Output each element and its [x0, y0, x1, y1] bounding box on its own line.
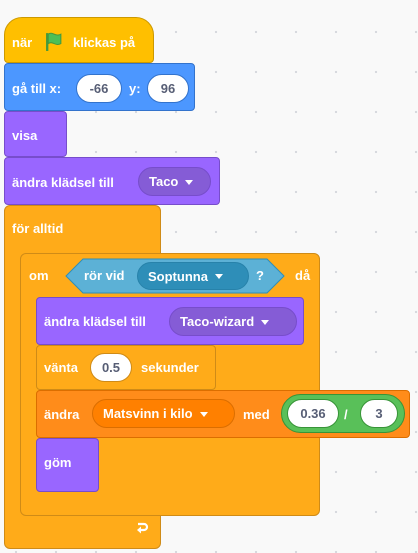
go-to-label: gå till x: — [12, 81, 62, 96]
change-label: ändra — [44, 407, 80, 422]
switch-costume-label-2: ändra klädsel till — [44, 314, 146, 329]
divide-symbol: / — [344, 407, 348, 422]
wait-unit-label: sekunder — [141, 360, 199, 375]
touching-target-value: Soptunna — [148, 268, 208, 284]
numerator-input[interactable]: 0.36 — [287, 399, 339, 428]
touching-question-mark: ? — [256, 268, 264, 283]
wait-seconds-input[interactable]: 0.5 — [90, 353, 132, 382]
hat-pre-label: när — [12, 35, 33, 50]
wait-label: vänta — [44, 360, 78, 375]
y-label: y: — [129, 81, 141, 96]
x-input[interactable]: -66 — [76, 74, 122, 103]
switch-costume-label: ändra klädsel till — [12, 175, 114, 190]
costume-value-2: Taco-wizard — [180, 314, 255, 329]
variable-dropdown[interactable]: Matsvinn i kilo — [92, 399, 235, 428]
if-label: om — [29, 268, 49, 283]
variable-value: Matsvinn i kilo — [103, 406, 193, 421]
green-flag-icon — [46, 32, 62, 51]
chevron-down-icon — [185, 179, 194, 185]
costume-dropdown-2[interactable]: Taco-wizard — [169, 307, 297, 336]
chevron-down-icon — [214, 274, 223, 279]
costume-dropdown[interactable]: Taco — [138, 167, 211, 196]
touching-label: rör vid — [84, 268, 125, 283]
show-label: visa — [12, 128, 38, 143]
chevron-down-icon — [261, 319, 270, 325]
hide-label: göm — [44, 455, 72, 470]
forever-label: för alltid — [12, 221, 64, 236]
change-with-label: med — [243, 407, 270, 422]
touching-target-dropdown[interactable]: Soptunna — [137, 262, 249, 290]
costume-value: Taco — [149, 174, 179, 189]
chevron-down-icon — [199, 411, 208, 417]
denominator-input[interactable]: 3 — [360, 399, 398, 428]
if-then-label: då — [295, 268, 311, 283]
hat-post-label: klickas på — [73, 35, 136, 50]
loop-arrow-icon — [137, 522, 149, 534]
y-input[interactable]: 96 — [147, 74, 189, 103]
